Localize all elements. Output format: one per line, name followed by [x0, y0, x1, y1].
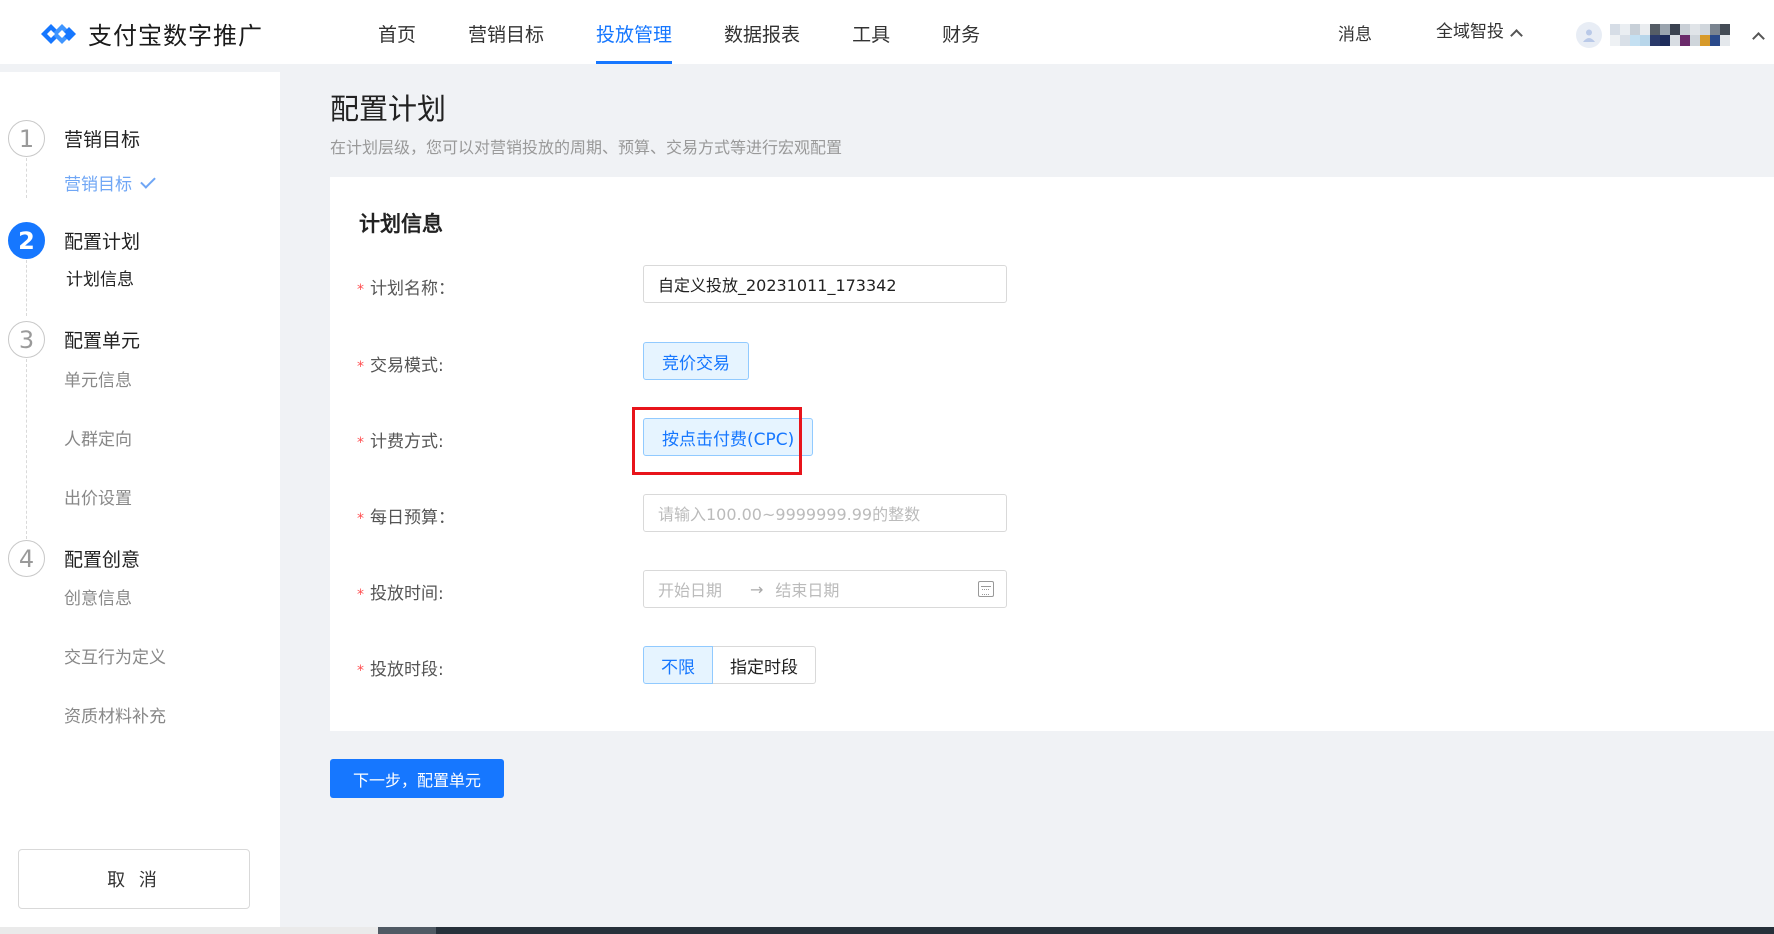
sub-step-interaction-definition[interactable]: 交互行为定义 — [64, 643, 166, 668]
sub-step-plan-info[interactable]: 计划信息 — [66, 265, 134, 290]
plan-name-label: * 计划名称： — [357, 274, 455, 299]
end-date-input[interactable]: 结束日期 — [775, 577, 839, 601]
username-masked — [1610, 24, 1740, 46]
billing-method-label: * 计费方式: — [357, 427, 444, 452]
required-mark: * — [357, 282, 364, 298]
step-configure-unit[interactable]: 3 配置单元 — [8, 321, 140, 358]
checkmark-icon — [140, 173, 156, 189]
label-text: 投放时段: — [370, 660, 444, 680]
page-description: 在计划层级，您可以对营销投放的周期、预算、交易方式等进行宏观配置 — [330, 138, 843, 157]
step-number: 4 — [8, 540, 45, 577]
sub-step-audience-targeting[interactable]: 人群定向 — [64, 425, 132, 450]
top-navbar: 支付宝数字推广 首页 营销目标 投放管理 数据报表 工具 财务 消息 全域智投 — [0, 0, 1774, 64]
required-mark: * — [357, 435, 364, 451]
steps-sidebar: 1 营销目标 营销目标 2 配置计划 计划信息 3 配置单元 单元信息 人群定向… — [0, 72, 280, 927]
label-text: 每日预算： — [370, 508, 455, 528]
scope-label: 全域智投 — [1436, 22, 1504, 42]
step-connector — [26, 260, 27, 316]
required-mark: * — [357, 511, 364, 527]
sub-step-bid-settings[interactable]: 出价设置 — [64, 484, 132, 509]
brand-logo[interactable]: 支付宝数字推广 — [38, 16, 263, 51]
chevron-up-icon — [1510, 28, 1523, 42]
start-date-input[interactable]: 开始日期 — [658, 577, 722, 601]
step-configure-plan[interactable]: 2 配置计划 — [8, 222, 140, 259]
nav-item-tools[interactable]: 工具 — [852, 0, 890, 64]
step-title: 配置创意 — [64, 549, 141, 571]
label-text: 计划名称： — [370, 279, 455, 299]
label-text: 交易模式: — [370, 356, 444, 376]
period-unlimited-option[interactable]: 不限 — [643, 646, 713, 684]
scrollbar-track — [378, 927, 1774, 934]
required-mark: * — [357, 663, 364, 679]
trade-mode-label: * 交易模式: — [357, 351, 444, 376]
sub-step-qualification-materials[interactable]: 资质材料补充 — [64, 702, 166, 727]
plan-name-input[interactable]: 自定义投放_20231011_173342 — [643, 265, 1007, 303]
main-nav: 首页 营销目标 投放管理 数据报表 工具 财务 — [378, 0, 1032, 64]
section-title: 计划信息 — [359, 212, 443, 236]
user-menu-chevron-icon — [1752, 31, 1765, 45]
step-connector — [26, 359, 27, 539]
step-number: 3 — [8, 321, 45, 358]
brand-name: 支付宝数字推广 — [88, 22, 263, 50]
step-title: 营销目标 — [64, 129, 141, 151]
page-title: 配置计划 — [330, 92, 447, 126]
step-marketing-goal[interactable]: 1 营销目标 — [8, 120, 140, 157]
step-number: 2 — [8, 222, 45, 259]
step-title: 配置计划 — [64, 231, 141, 253]
sub-step-label: 营销目标 — [64, 175, 132, 195]
delivery-period-label: * 投放时段: — [357, 655, 444, 680]
required-mark: * — [357, 359, 364, 375]
user-menu[interactable] — [1576, 22, 1765, 48]
daily-budget-label: * 每日预算： — [357, 503, 455, 528]
required-mark: * — [357, 587, 364, 603]
cancel-button[interactable]: 取 消 — [18, 849, 250, 909]
user-avatar-icon — [1576, 22, 1602, 48]
nav-item-campaign-management[interactable]: 投放管理 — [596, 0, 673, 64]
period-specified-option[interactable]: 指定时段 — [713, 646, 816, 684]
range-arrow-icon: → — [750, 579, 764, 599]
calendar-icon[interactable] — [978, 581, 994, 597]
scrollbar-thumb[interactable] — [378, 927, 436, 934]
step-configure-creative[interactable]: 4 配置创意 — [8, 540, 140, 577]
label-text: 投放时间: — [370, 584, 444, 604]
step-title: 配置单元 — [64, 330, 141, 352]
label-text: 计费方式: — [370, 432, 444, 452]
next-step-button[interactable]: 下一步，配置单元 — [330, 759, 504, 798]
bottom-scrollbar[interactable] — [0, 927, 1774, 934]
sub-step-creative-info[interactable]: 创意信息 — [64, 584, 132, 609]
sub-step-unit-info[interactable]: 单元信息 — [64, 366, 132, 391]
nav-item-finance[interactable]: 财务 — [942, 0, 980, 64]
step-connector — [26, 158, 27, 198]
scope-selector[interactable]: 全域智投 — [1436, 0, 1523, 64]
nav-item-marketing-goal[interactable]: 营销目标 — [468, 0, 544, 64]
delivery-period-segmented: 不限 指定时段 — [643, 646, 816, 684]
brand-logo-icon — [41, 23, 76, 44]
plan-info-card: 计划信息 * 计划名称： 自定义投放_20231011_173342 * 交易模式:… — [330, 177, 1774, 731]
nav-item-data-reports[interactable]: 数据报表 — [724, 0, 800, 64]
nav-item-home[interactable]: 首页 — [378, 0, 416, 64]
date-range-picker[interactable]: 开始日期 → 结束日期 — [643, 570, 1007, 608]
delivery-time-label: * 投放时间: — [357, 579, 444, 604]
trade-mode-bidding-option[interactable]: 竞价交易 — [643, 342, 749, 380]
annotation-highlight-box — [632, 407, 802, 475]
sub-step-marketing-goal[interactable]: 营销目标 — [64, 170, 156, 195]
messages-link[interactable]: 消息 — [1338, 0, 1372, 64]
daily-budget-input[interactable]: 请输入100.00~9999999.99的整数 — [643, 494, 1007, 532]
step-number: 1 — [8, 120, 45, 157]
